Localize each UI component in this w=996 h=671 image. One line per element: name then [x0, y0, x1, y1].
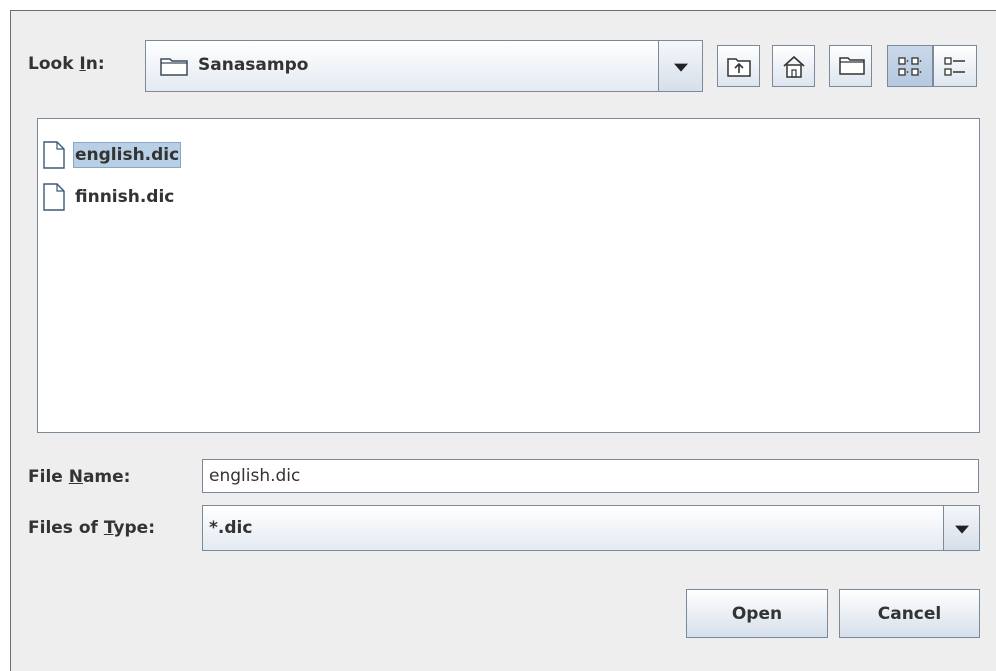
file-name-input[interactable]: [203, 460, 978, 492]
look-in-combo[interactable]: Sanasampo: [145, 40, 703, 92]
file-type-combo[interactable]: *.dic: [202, 505, 980, 551]
file-type-label: Files of Type:: [28, 518, 156, 538]
details-view-icon: [944, 57, 965, 76]
cancel-button[interactable]: Cancel: [839, 589, 980, 638]
list-item[interactable]: finnish.dic: [43, 179, 176, 215]
new-folder-button[interactable]: [829, 45, 872, 87]
file-name-text: finnish.dic: [75, 187, 175, 207]
file-name-field[interactable]: [202, 459, 979, 493]
chevron-down-icon: [673, 63, 688, 72]
file-name-label: File Name:: [28, 467, 131, 487]
file-name-text: english.dic: [73, 142, 182, 168]
home-icon: [783, 55, 805, 78]
list-view-icon: [898, 57, 922, 76]
folder-icon: [160, 56, 188, 80]
list-view-button[interactable]: [887, 45, 933, 87]
file-chooser-dialog: Look In: Sanasampo english.dic finnish.d…: [10, 10, 996, 671]
file-icon: [43, 183, 65, 211]
file-type-value: *.dic: [209, 518, 253, 538]
look-in-value: Sanasampo: [198, 55, 309, 75]
home-button[interactable]: [772, 45, 815, 87]
file-list[interactable]: english.dic finnish.dic: [37, 118, 980, 433]
details-view-button[interactable]: [933, 45, 977, 87]
up-folder-icon: [727, 58, 751, 77]
file-type-dropdown-arrow[interactable]: [943, 506, 979, 550]
file-icon: [43, 141, 65, 169]
look-in-label: Look In:: [28, 54, 105, 74]
open-button[interactable]: Open: [686, 589, 828, 638]
list-item[interactable]: english.dic: [43, 137, 182, 173]
look-in-dropdown-arrow[interactable]: [658, 41, 702, 91]
new-folder-icon: [839, 57, 865, 75]
up-one-level-button[interactable]: [717, 45, 760, 87]
chevron-down-icon: [954, 525, 969, 534]
